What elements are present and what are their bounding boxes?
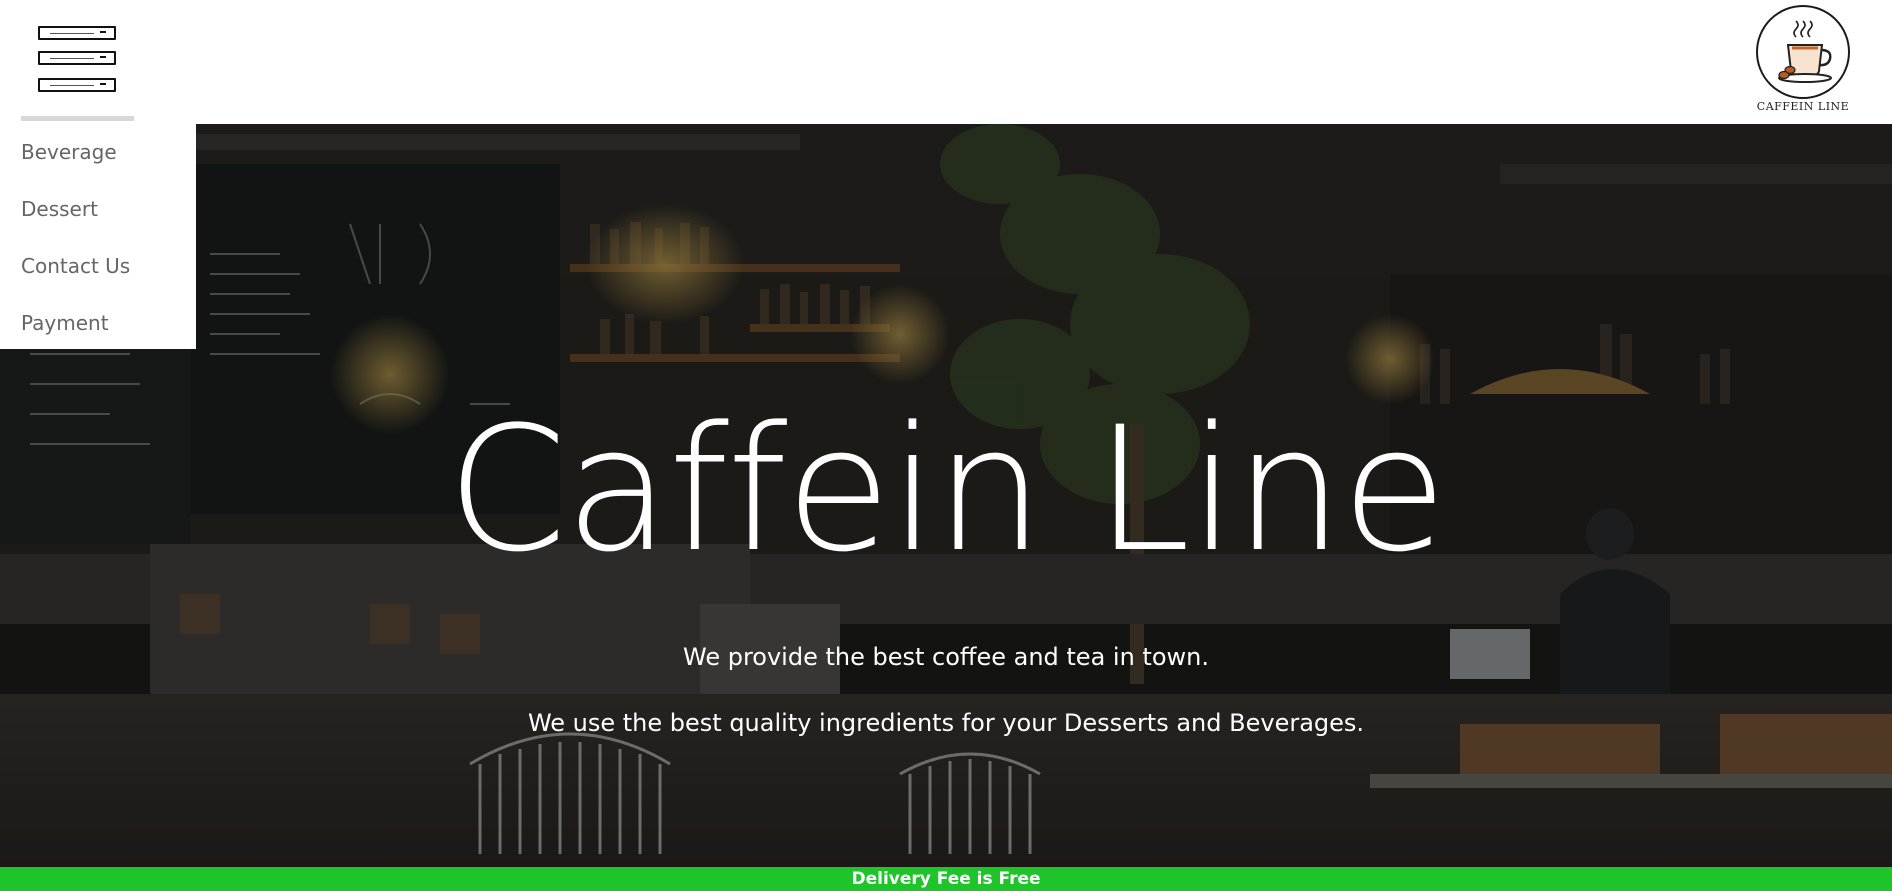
logo-text: CAFFEIN LINE [1756, 100, 1850, 113]
menu-item-dessert[interactable]: Dessert [21, 197, 98, 221]
menu-accent-bar [21, 116, 134, 121]
nav-dropdown-menu: Beverage Dessert Contact Us Payment [0, 116, 196, 349]
logo[interactable]: CAFFEIN LINE [1755, 4, 1851, 116]
delivery-banner: Delivery Fee is Free [0, 867, 1892, 891]
hero-title: Caffein Line [446, 389, 1447, 590]
hero-section: Caffein Line We provide the best coffee … [0, 124, 1892, 867]
hero-tagline-coffee: We provide the best coffee and tea in to… [683, 643, 1209, 671]
menu-item-beverage[interactable]: Beverage [21, 140, 117, 164]
menu-item-payment[interactable]: Payment [21, 311, 109, 335]
hamburger-menu-icon[interactable] [38, 26, 116, 94]
menu-item-contact-us[interactable]: Contact Us [21, 254, 130, 278]
menu-bar-bottom [38, 78, 116, 92]
coffee-cup-icon [1756, 5, 1850, 99]
page: CAFFEIN LINE Caffein Line We provide the… [0, 0, 1892, 891]
menu-bar-middle [38, 51, 116, 65]
menu-bar-top [38, 26, 116, 40]
hero-tagline-ingredients: We use the best quality ingredients for … [527, 709, 1365, 737]
header: CAFFEIN LINE [0, 0, 1892, 124]
